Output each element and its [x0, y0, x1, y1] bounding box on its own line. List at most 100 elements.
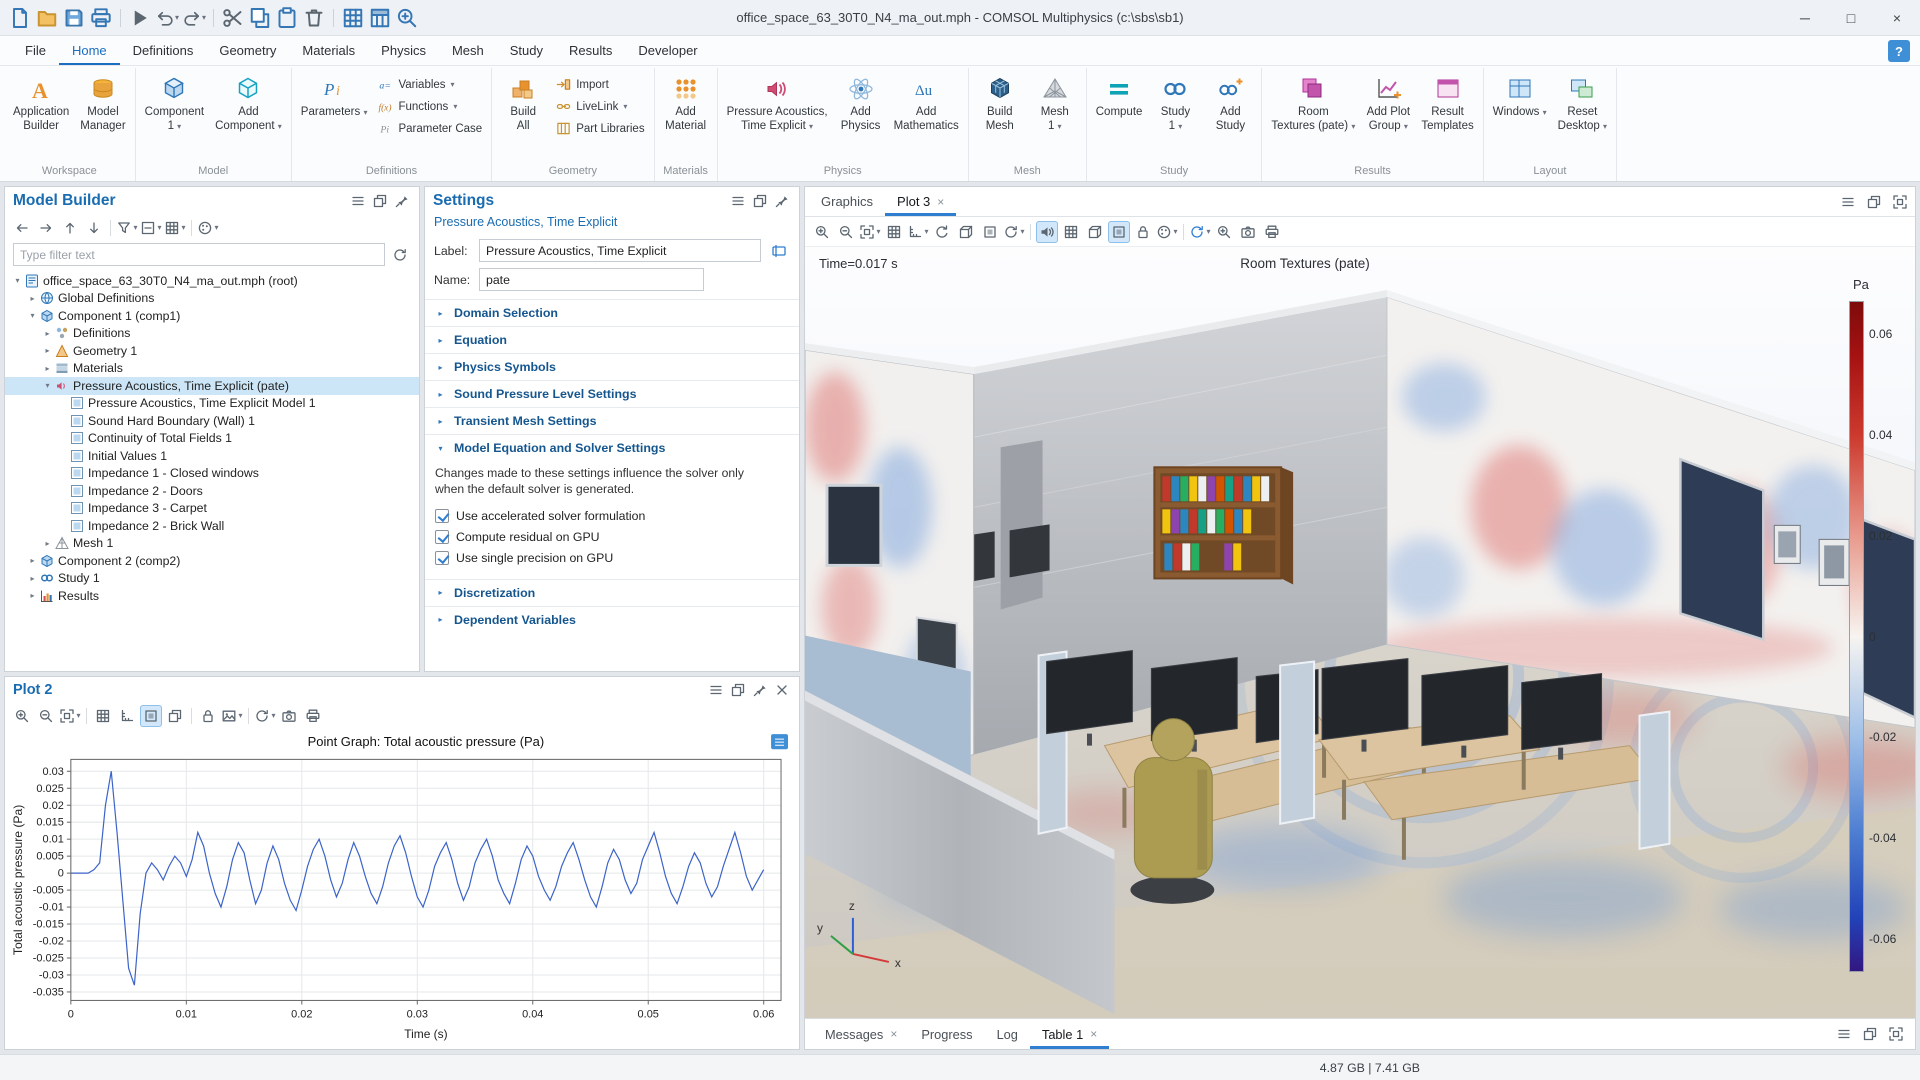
- menu-physics[interactable]: Physics: [368, 36, 439, 65]
- model-builder-model-tree-columns-icon[interactable]: ▾: [164, 217, 186, 239]
- menu-developer[interactable]: Developer: [625, 36, 710, 65]
- settings-menu-icon[interactable]: [729, 192, 747, 210]
- save-icon[interactable]: [62, 6, 86, 30]
- graphics-print-graphics-icon[interactable]: [1261, 221, 1283, 243]
- plot2-axis-settings-icon[interactable]: [116, 705, 138, 727]
- refresh-icon[interactable]: [389, 244, 411, 266]
- tree-node-impedance-2-doors[interactable]: Impedance 2 - Doors: [5, 482, 419, 500]
- bottom-float-icon[interactable]: [1859, 1023, 1881, 1045]
- ribbon-add-material-button[interactable]: Add Material: [659, 70, 713, 136]
- ribbon-add-study-button[interactable]: Add Study: [1203, 70, 1257, 136]
- ribbon-livelink-button[interactable]: LiveLink ▾: [551, 97, 649, 116]
- menu-results[interactable]: Results: [556, 36, 625, 65]
- menu-definitions[interactable]: Definitions: [120, 36, 207, 65]
- tree-node-component-1-comp1[interactable]: ▾ Component 1 (comp1): [5, 307, 419, 325]
- ribbon-add-mathematics-button[interactable]: Δu Add Mathematics: [889, 70, 964, 136]
- graphics-zoom-in-icon[interactable]: [811, 221, 833, 243]
- checkbox-icon[interactable]: [435, 509, 449, 524]
- label-field[interactable]: [479, 239, 761, 262]
- ribbon-result-templates-button[interactable]: Result Templates: [1416, 70, 1478, 136]
- help-button[interactable]: ?: [1888, 40, 1910, 62]
- section-header-dependent-variables[interactable]: ▸ Dependent Variables: [425, 607, 799, 633]
- tab-log[interactable]: Log: [985, 1019, 1030, 1049]
- model-tree-icon[interactable]: [341, 6, 365, 30]
- ribbon-add-component-button[interactable]: Add Component ▾: [210, 70, 287, 136]
- graphics-float-icon[interactable]: [1863, 191, 1885, 213]
- graphics-3d-room-view[interactable]: z x y: [805, 247, 1915, 1018]
- menu-mesh[interactable]: Mesh: [439, 36, 497, 65]
- ribbon-application-builder-button[interactable]: A Application Builder: [8, 70, 74, 136]
- tree-chevron-icon[interactable]: ▸: [26, 556, 39, 565]
- tab-progress[interactable]: Progress: [909, 1019, 984, 1049]
- ribbon-parameter-case-button[interactable]: Pi Parameter Case: [373, 119, 487, 138]
- plot2-zoom-in-icon[interactable]: [11, 705, 33, 727]
- section-header-equation[interactable]: ▸ Equation: [425, 327, 799, 353]
- rename-icon[interactable]: [768, 240, 790, 262]
- tree-node-impedance-2-brick-wall[interactable]: Impedance 2 - Brick Wall: [5, 517, 419, 535]
- graphics-view-yz-icon[interactable]: [979, 221, 1001, 243]
- model-builder-collapse-all-icon[interactable]: ▾: [140, 217, 162, 239]
- plot2-lock-axes-icon[interactable]: [197, 705, 219, 727]
- tree-node-geometry-1[interactable]: ▸ Geometry 1: [5, 342, 419, 360]
- graphics-view-xy-icon[interactable]: [955, 221, 977, 243]
- undo-icon[interactable]: ▾: [155, 6, 179, 30]
- ribbon-build-mesh-button[interactable]: Build Mesh: [973, 70, 1027, 136]
- graphics-extents-icon[interactable]: [1889, 191, 1911, 213]
- menu-materials[interactable]: Materials: [289, 36, 368, 65]
- plot2-pin-icon[interactable]: [751, 681, 769, 699]
- graphics-scene-rebuild-icon[interactable]: ▾: [1003, 221, 1025, 243]
- ribbon-reset-desktop-button[interactable]: Reset Desktop ▾: [1553, 70, 1612, 136]
- redo-icon[interactable]: ▾: [182, 6, 206, 30]
- plot2-closex-icon[interactable]: [773, 681, 791, 699]
- menu-geometry[interactable]: Geometry: [206, 36, 289, 65]
- checkbox-use-accelerated-solver-formulation[interactable]: Use accelerated solver formulation: [435, 506, 789, 527]
- tree-node-global-definitions[interactable]: ▸ Global Definitions: [5, 290, 419, 308]
- checkbox-icon[interactable]: [435, 551, 449, 566]
- graphics-canvas[interactable]: Time=0.017 s Room Textures (pate) z x y …: [805, 247, 1915, 1018]
- tree-node-continuity-of-total-fields-1[interactable]: Continuity of Total Fields 1: [5, 430, 419, 448]
- graphics-zoom-extents-icon[interactable]: ▾: [859, 221, 881, 243]
- plot2-plot-update-icon[interactable]: ▾: [254, 705, 276, 727]
- tree-node-impedance-1-closed-windows[interactable]: Impedance 1 - Closed windows: [5, 465, 419, 483]
- tree-chevron-icon[interactable]: ▾: [41, 381, 54, 390]
- tab-plot-3[interactable]: Plot 3 ×: [885, 187, 956, 216]
- settings-float-icon[interactable]: [751, 192, 769, 210]
- plot2-image-export-icon[interactable]: ▾: [221, 705, 243, 727]
- ribbon-add-physics-button[interactable]: Add Physics: [834, 70, 888, 136]
- graphics-show-grid-icon[interactable]: [1060, 221, 1082, 243]
- model-builder-move-down-icon[interactable]: [83, 217, 105, 239]
- tree-chevron-icon[interactable]: ▾: [11, 276, 24, 285]
- menu-study[interactable]: Study: [497, 36, 556, 65]
- tree-node-results[interactable]: ▸ Results: [5, 587, 419, 605]
- tree-node-impedance-3-carpet[interactable]: Impedance 3 - Carpet: [5, 500, 419, 518]
- checkbox-use-single-precision-on-gpu[interactable]: Use single precision on GPU: [435, 548, 789, 569]
- tree-node-office-space-63-30t0-n4-ma-out-mph-root[interactable]: ▾ office_space_63_30T0_N4_ma_out.mph (roo…: [5, 272, 419, 290]
- graphics-zoom-box-icon[interactable]: [1213, 221, 1235, 243]
- tree-node-initial-values-1[interactable]: Initial Values 1: [5, 447, 419, 465]
- section-header-model-equation-and-solver-settings[interactable]: ▾ Model Equation and Solver Settings: [425, 435, 799, 461]
- graphics-plot-update-icon[interactable]: ▾: [1189, 221, 1211, 243]
- tree-chevron-icon[interactable]: ▸: [41, 539, 54, 548]
- model-builder-pin-icon[interactable]: [393, 192, 411, 210]
- plot2-plot-dock-icon[interactable]: [164, 705, 186, 727]
- ribbon-pressure-acoustics-time-explicit-button[interactable]: Pressure Acoustics, Time Explicit ▾: [722, 70, 833, 136]
- menu-file[interactable]: File: [12, 36, 59, 65]
- model-builder-node-colors-icon[interactable]: ▾: [197, 217, 219, 239]
- close-tab-icon[interactable]: ×: [1090, 1027, 1097, 1041]
- tree-node-mesh-1[interactable]: ▸ Mesh 1: [5, 535, 419, 553]
- ribbon-mesh-1-button[interactable]: Mesh 1 ▾: [1028, 70, 1082, 136]
- ribbon-build-all-button[interactable]: Build All: [496, 70, 550, 136]
- close-tab-icon[interactable]: ×: [890, 1027, 897, 1041]
- tree-chevron-icon[interactable]: ▸: [26, 591, 39, 600]
- tree-chevron-icon[interactable]: ▸: [41, 364, 54, 373]
- ribbon-study-1-button[interactable]: Study 1 ▾: [1148, 70, 1202, 136]
- ribbon-windows-button[interactable]: Windows ▾: [1488, 70, 1552, 122]
- plot2-image-snapshot-icon[interactable]: [278, 705, 300, 727]
- minimize-button[interactable]: ─: [1782, 0, 1828, 36]
- graphics-orthographic-view-icon[interactable]: [1108, 220, 1130, 243]
- run-icon[interactable]: [128, 6, 152, 30]
- model-builder-float-icon[interactable]: [371, 192, 389, 210]
- model-builder-move-up-icon[interactable]: [59, 217, 81, 239]
- graphics-go-to-default-view-icon[interactable]: ▾: [907, 221, 929, 243]
- graphics-view-rotate-icon[interactable]: [931, 221, 953, 243]
